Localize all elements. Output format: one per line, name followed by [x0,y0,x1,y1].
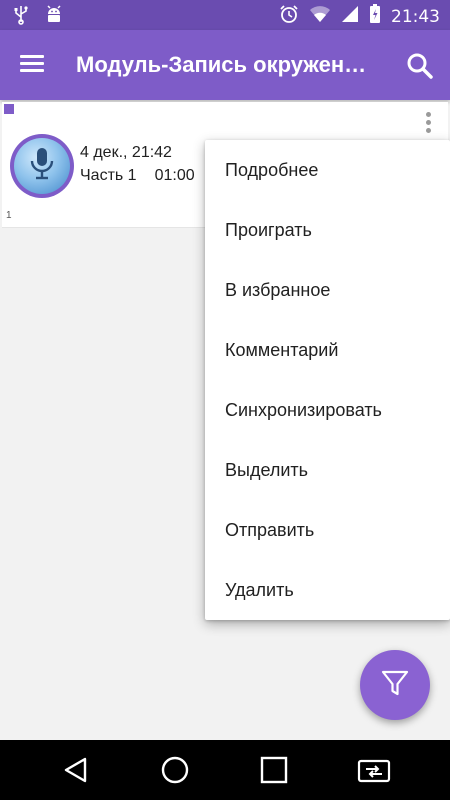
search-icon[interactable] [404,50,436,82]
recents-icon[interactable] [254,752,294,788]
android-debug-icon [44,5,64,30]
wifi-icon [309,5,331,28]
signal-icon [341,5,359,28]
back-icon[interactable] [56,752,96,788]
menu-item-select[interactable]: Выделить [205,440,450,500]
menu-item-details[interactable]: Подробнее [205,140,450,200]
home-icon[interactable] [155,752,195,788]
menu-item-favorite[interactable]: В избранное [205,260,450,320]
app-title: Модуль-Запись окружен… [76,52,367,77]
navigation-bar [0,740,450,800]
filter-button[interactable] [360,650,430,720]
menu-item-send[interactable]: Отправить [205,500,450,560]
microphone-icon [28,146,56,187]
recording-part: Часть 1 [80,167,137,184]
recording-duration: 01:00 [154,167,195,184]
screen-switch-icon[interactable] [354,752,394,788]
alarm-icon [279,4,299,29]
menu-item-delete[interactable]: Удалить [205,560,450,620]
battery-icon [369,4,381,29]
status-time: 21:43 [391,6,440,27]
usb-icon [14,5,28,30]
app-bar: Модуль-Запись окружен… [0,30,450,100]
menu-item-comment[interactable]: Комментарий [205,320,450,380]
selection-marker [4,104,14,114]
status-bar: 21:43 [0,0,450,30]
menu-item-play[interactable]: Проиграть [205,200,450,260]
context-menu: Подробнее Проиграть В избранное Коммента… [205,140,450,620]
menu-item-sync[interactable]: Синхронизировать [205,380,450,440]
more-options-icon[interactable] [418,108,438,138]
recording-date: 4 дек., 21:42 [80,144,172,161]
filter-icon [380,668,410,703]
avatar [10,134,74,198]
recording-info: Часть 1 01:00 [80,167,195,185]
menu-icon[interactable] [16,51,56,81]
recording-note: 1 [6,210,12,221]
